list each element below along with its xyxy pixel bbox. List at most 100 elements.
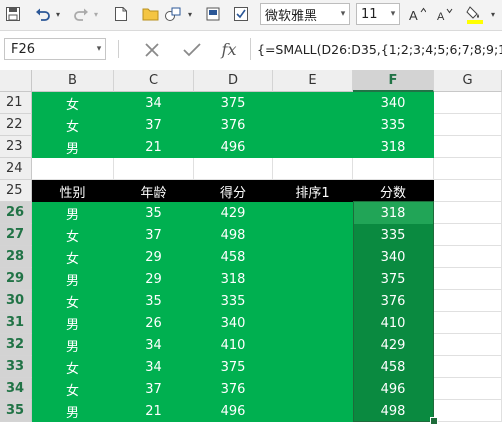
format-cells-icon[interactable] — [230, 3, 252, 25]
cell-e21[interactable] — [273, 92, 353, 114]
cell-g35[interactable] — [434, 400, 502, 422]
cell-g26[interactable] — [434, 202, 502, 224]
row-header[interactable]: 24 — [0, 158, 32, 180]
cell-f35[interactable]: 498 — [353, 400, 434, 422]
cell-e30[interactable] — [273, 290, 353, 312]
cell-f34[interactable]: 496 — [353, 378, 434, 400]
cell-e32[interactable] — [273, 334, 353, 356]
cell-e33[interactable] — [273, 356, 353, 378]
row-header[interactable]: 32 — [0, 334, 32, 356]
cell-e25[interactable]: 排序1 — [273, 180, 353, 202]
cell-f32[interactable]: 429 — [353, 334, 434, 356]
cell-g22[interactable] — [434, 114, 502, 136]
cell-g25[interactable] — [434, 180, 502, 202]
row-header[interactable]: 25 — [0, 180, 32, 202]
formula-input[interactable]: {=SMALL(D26:D35,{1;2;3;4;5;6;7;8;9;10})} — [250, 38, 502, 60]
cell-b27[interactable]: 女 — [32, 224, 114, 246]
column-header-d[interactable]: D — [194, 70, 273, 92]
cell-f29[interactable]: 375 — [353, 268, 434, 290]
row-header[interactable]: 22 — [0, 114, 32, 136]
cell-f21[interactable]: 340 — [353, 92, 434, 114]
increase-font-size-icon[interactable]: A — [406, 3, 428, 25]
cell-e24[interactable] — [273, 158, 353, 180]
cell-b33[interactable]: 女 — [32, 356, 114, 378]
cell-f23[interactable]: 318 — [353, 136, 434, 158]
cell-c31[interactable]: 26 — [114, 312, 194, 334]
cell-e27[interactable] — [273, 224, 353, 246]
open-folder-icon[interactable] — [140, 3, 162, 25]
cell-c23[interactable]: 21 — [114, 136, 194, 158]
new-document-icon[interactable] — [110, 3, 132, 25]
decrease-font-size-icon[interactable]: A — [434, 3, 456, 25]
cell-g32[interactable] — [434, 334, 502, 356]
cell-f28[interactable]: 340 — [353, 246, 434, 268]
cell-e26[interactable] — [273, 202, 353, 224]
row-header[interactable]: 29 — [0, 268, 32, 290]
undo-icon[interactable] — [32, 3, 54, 25]
redo-icon[interactable] — [70, 3, 92, 25]
cell-b29[interactable]: 男 — [32, 268, 114, 290]
column-header-b[interactable]: B — [32, 70, 114, 92]
column-header-c[interactable]: C — [114, 70, 194, 92]
cell-f26[interactable]: 318 — [353, 202, 434, 224]
cell-b24[interactable] — [32, 158, 114, 180]
cell-c32[interactable]: 34 — [114, 334, 194, 356]
row-header[interactable]: 28 — [0, 246, 32, 268]
cell-d27[interactable]: 498 — [194, 224, 273, 246]
shapes-icon[interactable] — [162, 3, 186, 25]
cell-d32[interactable]: 410 — [194, 334, 273, 356]
cell-g31[interactable] — [434, 312, 502, 334]
print-preview-icon[interactable] — [202, 3, 224, 25]
cell-e34[interactable] — [273, 378, 353, 400]
cell-c25[interactable]: 年龄 — [114, 180, 194, 202]
cell-c26[interactable]: 35 — [114, 202, 194, 224]
cell-f31[interactable]: 410 — [353, 312, 434, 334]
undo-dropdown-icon[interactable]: ▾ — [53, 3, 63, 25]
cell-g28[interactable] — [434, 246, 502, 268]
fill-handle[interactable] — [430, 417, 438, 425]
insert-function-icon[interactable]: fx — [216, 38, 242, 60]
row-header[interactable]: 30 — [0, 290, 32, 312]
cell-d29[interactable]: 318 — [194, 268, 273, 290]
fill-color-dropdown-icon[interactable]: ▾ — [488, 3, 498, 25]
cell-c21[interactable]: 34 — [114, 92, 194, 114]
cell-g24[interactable] — [434, 158, 502, 180]
cell-d33[interactable]: 375 — [194, 356, 273, 378]
row-header[interactable]: 34 — [0, 378, 32, 400]
cell-b31[interactable]: 男 — [32, 312, 114, 334]
cell-g27[interactable] — [434, 224, 502, 246]
cell-e31[interactable] — [273, 312, 353, 334]
cancel-icon[interactable] — [140, 39, 164, 61]
cell-b23[interactable]: 男 — [32, 136, 114, 158]
row-header[interactable]: 27 — [0, 224, 32, 246]
cell-d21[interactable]: 375 — [194, 92, 273, 114]
cell-c27[interactable]: 37 — [114, 224, 194, 246]
cell-g29[interactable] — [434, 268, 502, 290]
cell-c28[interactable]: 29 — [114, 246, 194, 268]
row-header[interactable]: 33 — [0, 356, 32, 378]
cell-b28[interactable]: 女 — [32, 246, 114, 268]
name-box[interactable]: F26 ▾ — [4, 38, 106, 60]
cell-d25[interactable]: 得分 — [194, 180, 273, 202]
cell-f22[interactable]: 335 — [353, 114, 434, 136]
cell-f33[interactable]: 458 — [353, 356, 434, 378]
cell-e28[interactable] — [273, 246, 353, 268]
row-header[interactable]: 23 — [0, 136, 32, 158]
cell-d26[interactable]: 429 — [194, 202, 273, 224]
cell-e29[interactable] — [273, 268, 353, 290]
fill-color-icon[interactable] — [464, 3, 488, 25]
cell-g23[interactable] — [434, 136, 502, 158]
cell-g21[interactable] — [434, 92, 502, 114]
cell-e35[interactable] — [273, 400, 353, 422]
cell-b26[interactable]: 男 — [32, 202, 114, 224]
column-header-g[interactable]: G — [434, 70, 502, 92]
cell-d31[interactable]: 340 — [194, 312, 273, 334]
font-size-select[interactable]: 11 ▾ — [356, 3, 400, 25]
row-header[interactable]: 26 — [0, 202, 32, 224]
cell-c22[interactable]: 37 — [114, 114, 194, 136]
cell-e23[interactable] — [273, 136, 353, 158]
cell-c33[interactable]: 34 — [114, 356, 194, 378]
cell-c30[interactable]: 35 — [114, 290, 194, 312]
cell-b22[interactable]: 女 — [32, 114, 114, 136]
cell-b34[interactable]: 女 — [32, 378, 114, 400]
